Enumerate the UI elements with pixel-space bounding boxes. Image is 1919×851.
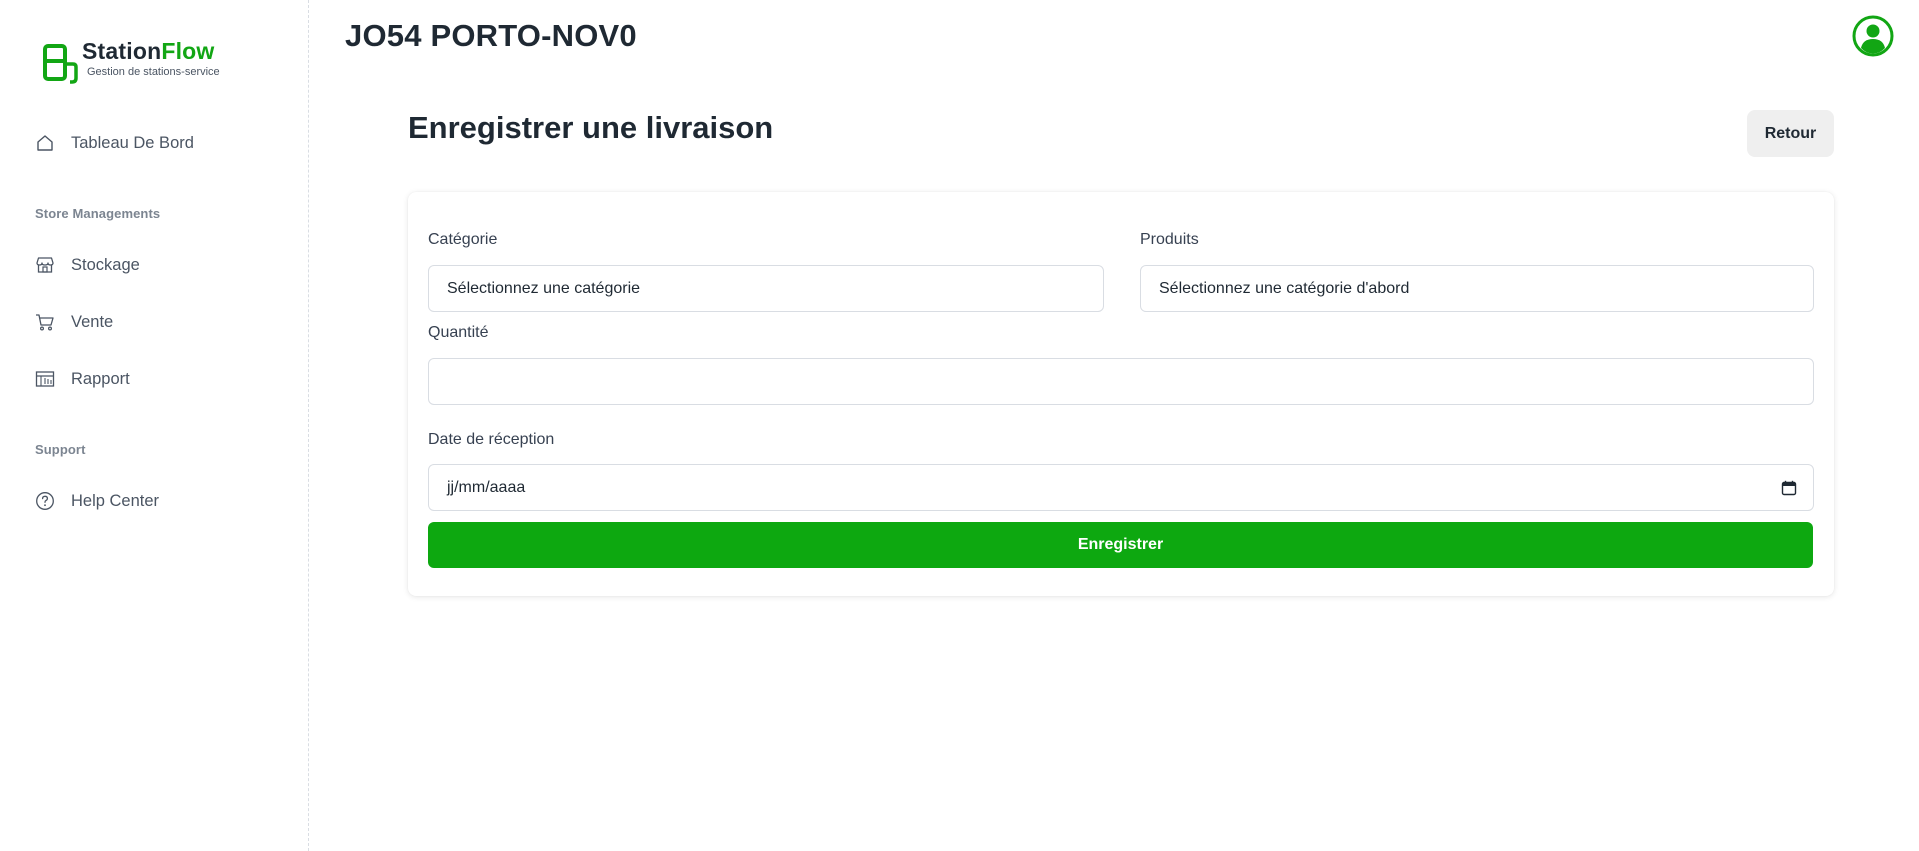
app-name: StationFlow	[82, 38, 215, 65]
sidebar-item-rapport[interactable]: Rapport	[35, 364, 130, 394]
app-root: StationFlow Gestion de stations-service …	[0, 0, 1919, 851]
sidebar-item-label: Tableau De Bord	[71, 133, 194, 152]
date-label: Date de réception	[428, 431, 555, 448]
quantity-input[interactable]	[428, 358, 1814, 405]
sidebar-item-stockage[interactable]: Stockage	[35, 250, 140, 280]
category-select[interactable]: Sélectionnez une catégorie	[428, 265, 1104, 312]
home-icon	[35, 133, 55, 153]
sidebar-item-label: Help Center	[71, 491, 160, 510]
cart-icon	[35, 312, 55, 332]
store-icon	[35, 255, 55, 275]
sidebar-item-help-center[interactable]: Help Center	[35, 486, 159, 516]
delivery-form-card: Catégorie Sélectionnez une catégorie Pro…	[408, 192, 1834, 596]
sidebar-item-label: Rapport	[71, 369, 130, 388]
sidebar-item-label: Vente	[71, 312, 114, 331]
products-label: Produits	[1140, 231, 1199, 248]
app-tagline: Gestion de stations-service	[87, 66, 220, 78]
fuel-pump-icon	[43, 44, 78, 84]
user-menu-button[interactable]	[1852, 15, 1894, 57]
section-label-store: Store Managements	[35, 206, 161, 221]
category-select-value: Sélectionnez une catégorie	[447, 279, 641, 297]
user-circle-icon	[1852, 15, 1894, 57]
products-select-value: Sélectionnez une catégorie d'abord	[1159, 279, 1410, 297]
quantity-label: Quantité	[428, 324, 489, 341]
category-label: Catégorie	[428, 231, 498, 248]
submit-button[interactable]: Enregistrer	[428, 522, 1813, 568]
sidebar-item-vente[interactable]: Vente	[35, 307, 113, 337]
page-title: Enregistrer une livraison	[408, 110, 774, 145]
station-title: JO54 PORTO-NOV0	[345, 18, 637, 53]
app-name-part2: Flow	[161, 38, 215, 64]
section-label-support: Support	[35, 442, 86, 457]
app-name-part1: Station	[82, 38, 162, 64]
sidebar-item-tableau-de-bord[interactable]: Tableau De Bord	[35, 128, 194, 158]
calendar-icon[interactable]	[1781, 480, 1797, 496]
date-input[interactable]: jj/mm/aaaa	[428, 464, 1814, 511]
products-select[interactable]: Sélectionnez une catégorie d'abord	[1140, 265, 1814, 312]
back-button[interactable]: Retour	[1747, 110, 1834, 157]
date-input-placeholder: jj/mm/aaaa	[447, 478, 526, 496]
sidebar-item-label: Stockage	[71, 255, 140, 274]
help-circle-icon	[35, 491, 55, 511]
sidebar: StationFlow Gestion de stations-service …	[0, 0, 309, 851]
report-icon	[35, 369, 55, 389]
